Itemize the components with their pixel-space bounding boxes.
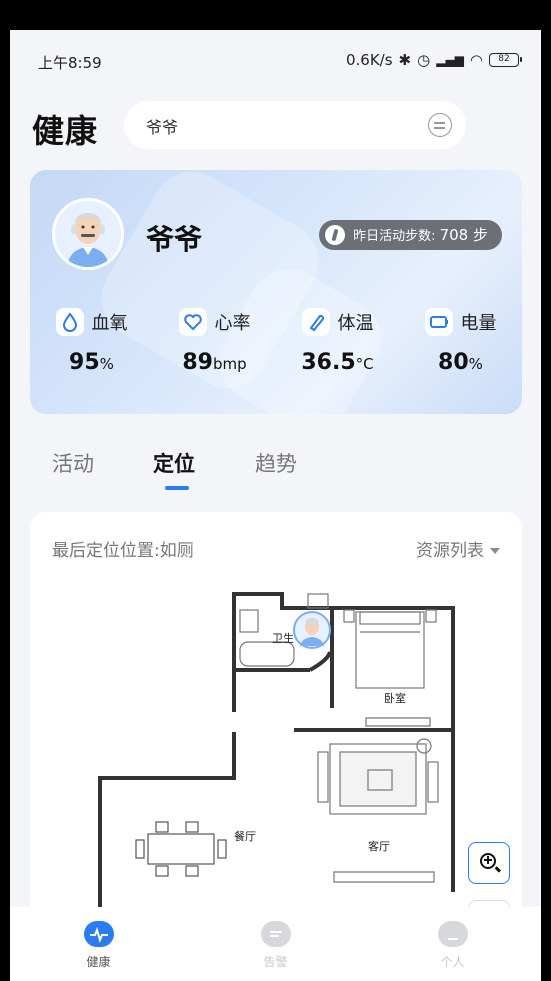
nav-alert[interactable]: 告警: [187, 907, 364, 981]
tab-location[interactable]: 定位: [153, 448, 195, 478]
resource-list-dropdown[interactable]: 资源列表: [416, 536, 500, 561]
elder-avatar-icon: [55, 201, 121, 267]
metric-label: 电量: [460, 313, 497, 334]
elder-selector-value: 爷爷: [146, 118, 179, 137]
metric-temperature: 体温 36.5°C: [276, 308, 399, 375]
metric-unit: %: [99, 355, 114, 373]
room-label-bathroom: 卫生: [272, 631, 294, 645]
tab-activity[interactable]: 活动: [52, 448, 94, 478]
tab-bar: 活动 定位 趋势: [10, 438, 541, 494]
status-time: 上午8:59: [38, 54, 102, 72]
metric-value: 80: [438, 350, 469, 375]
room-label-bedroom: 卧室: [384, 691, 406, 705]
heart-icon: [178, 308, 207, 336]
metric-value: 95: [69, 350, 100, 375]
room-label-dining: 餐厅: [234, 829, 256, 843]
battery-icon: [424, 308, 453, 336]
avatar[interactable]: [52, 198, 124, 270]
nav-profile[interactable]: 个人: [364, 907, 541, 981]
tab-indicator: [165, 486, 189, 490]
bluetooth-icon: ✱: [398, 51, 412, 69]
thermometer-icon: [301, 308, 330, 336]
steps-badge: 昨日活动步数: 708 步: [319, 220, 502, 250]
nav-label: 告警: [263, 955, 288, 969]
zoom-in-button[interactable]: [468, 842, 510, 884]
network-speed: 0.6K/s: [345, 51, 393, 69]
location-marker-avatar[interactable]: [293, 611, 331, 649]
nav-label: 个人: [440, 955, 465, 969]
nav-health[interactable]: 健康: [10, 907, 187, 981]
steps-label: 昨日活动步数:: [353, 229, 436, 244]
switch-icon[interactable]: [428, 113, 452, 137]
room-label-living: 客厅: [368, 839, 390, 853]
metric-battery: 电量 80%: [399, 308, 522, 375]
last-location: 最后定位位置:如厕: [52, 541, 194, 561]
walking-icon: [325, 225, 346, 245]
app-screen: 上午8:59 0.6K/s ✱ ◷ ▂▄▆ ◠ 82 健康 爷爷 爷爷 昨日活动…: [10, 30, 541, 981]
metric-heart-rate: 心率 89bmp: [153, 308, 276, 375]
signal-icon: ▂▄▆: [436, 53, 464, 67]
metric-label: 血氧: [91, 313, 128, 334]
status-icons: 0.6K/s ✱ ◷ ▂▄▆ ◠ 82: [345, 51, 522, 69]
heartbeat-icon: [83, 921, 114, 947]
tab-trend[interactable]: 趋势: [255, 448, 297, 478]
metric-value: 36.5: [301, 350, 356, 375]
page-title: 健康: [32, 112, 99, 150]
elder-selector[interactable]: 爷爷: [124, 101, 466, 149]
nav-label: 健康: [86, 955, 111, 969]
battery-icon: 82: [489, 53, 522, 67]
steps-value: 708 步: [439, 226, 488, 244]
header: 健康 爷爷: [10, 98, 541, 154]
metric-label: 心率: [214, 313, 251, 334]
alarm-icon: ◷: [417, 51, 431, 69]
wifi-icon: ◠: [469, 51, 483, 69]
bottom-nav: 健康 告警 个人: [10, 907, 541, 981]
metrics-row: 血氧 95% 心率 89bmp 体温 36.5°C 电量 80%: [30, 308, 522, 375]
status-bar: 上午8:59 0.6K/s ✱ ◷ ▂▄▆ ◠ 82: [10, 30, 541, 90]
metric-blood-oxygen: 血氧 95%: [30, 308, 153, 375]
metric-unit: %: [468, 355, 483, 373]
health-card: 爷爷 昨日活动步数: 708 步 血氧 95% 心率 89bmp 体温 36.5…: [30, 170, 522, 414]
metric-label: 体温: [337, 313, 374, 334]
elder-name: 爷爷: [146, 223, 203, 256]
person-icon: [437, 921, 468, 947]
metric-value: 89: [182, 350, 213, 375]
metric-unit: °C: [355, 355, 374, 373]
message-icon: [260, 921, 291, 947]
drop-icon: [55, 308, 84, 336]
metric-unit: bmp: [212, 355, 247, 373]
